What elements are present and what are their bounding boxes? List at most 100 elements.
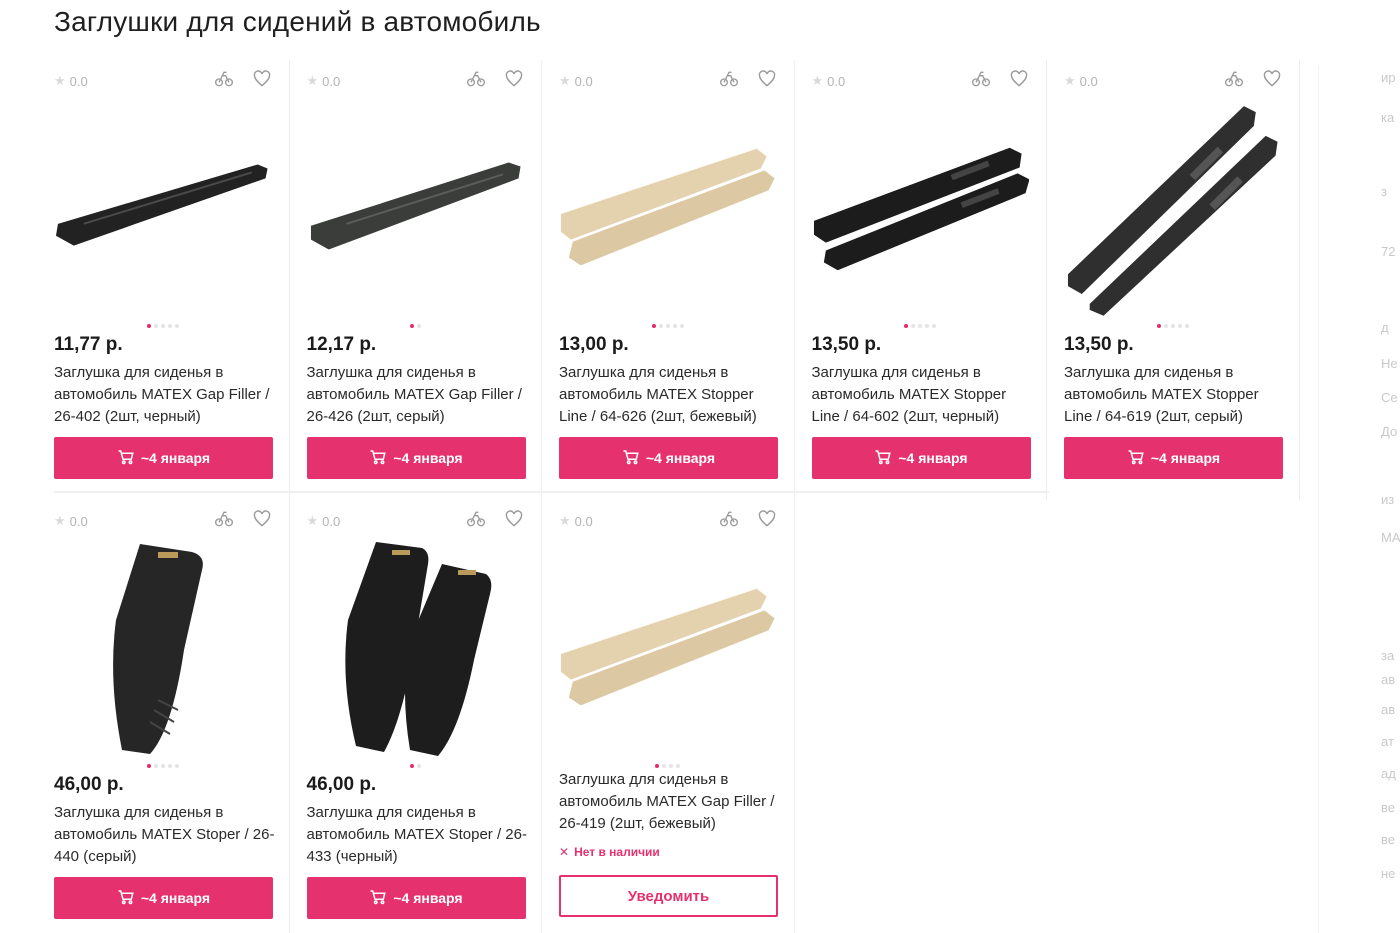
row-divider xyxy=(54,491,1049,493)
carousel-dot[interactable] xyxy=(153,764,158,768)
side-text-fragment: Се xyxy=(1381,390,1398,405)
product-title[interactable]: Заглушка для сиденья в автомобиль MATEX … xyxy=(1064,362,1287,428)
rating: ★ 0.0 xyxy=(307,513,341,529)
add-to-cart-button[interactable]: ~4 января xyxy=(1064,437,1283,479)
product-image[interactable] xyxy=(54,540,272,758)
carousel-dot[interactable] xyxy=(679,324,684,328)
rating-value: 0.0 xyxy=(69,73,88,89)
carousel-dot[interactable] xyxy=(911,324,916,328)
side-text-fragment: MA xyxy=(1381,530,1400,545)
compare-icon[interactable] xyxy=(466,69,486,94)
delivery-date-label: ~4 января xyxy=(393,890,463,906)
carousel-dot[interactable] xyxy=(416,324,421,328)
side-text-fragment: з xyxy=(1381,184,1387,199)
carousel-dot[interactable] xyxy=(160,324,165,328)
carousel-dot[interactable] xyxy=(167,764,172,768)
carousel-dot[interactable] xyxy=(160,764,165,768)
add-to-cart-button[interactable]: ~4 января xyxy=(559,437,778,479)
carousel-dot[interactable] xyxy=(1156,324,1161,328)
favorite-heart-icon[interactable] xyxy=(504,509,524,534)
favorite-heart-icon[interactable] xyxy=(252,509,272,534)
carousel-dot[interactable] xyxy=(1177,324,1182,328)
carousel-dot[interactable] xyxy=(658,324,663,328)
product-title[interactable]: Заглушка для сиденья в автомобиль MATEX … xyxy=(54,362,277,428)
rating-value: 0.0 xyxy=(1079,73,1098,89)
side-text-fragment: ир xyxy=(1381,70,1396,85)
carousel-dot[interactable] xyxy=(146,324,151,328)
product-card[interactable]: ★ 0.0 46,00 р. Заглушка для сиденья в автом… xyxy=(37,500,290,933)
carousel-dot[interactable] xyxy=(932,324,937,328)
compare-icon[interactable] xyxy=(971,69,991,94)
product-card[interactable]: ★ 0.0 12,17 р. Заглушка для сиденья в автом… xyxy=(290,60,542,500)
product-title[interactable]: Заглушка для сиденья в автомобиль MATEX … xyxy=(812,362,1035,428)
cart-icon xyxy=(1127,448,1145,469)
carousel-dot[interactable] xyxy=(918,324,923,328)
compare-icon[interactable] xyxy=(719,69,739,94)
carousel-dot[interactable] xyxy=(904,324,909,328)
rating: ★ 0.0 xyxy=(1064,73,1098,89)
favorite-heart-icon[interactable] xyxy=(1262,69,1282,94)
product-title[interactable]: Заглушка для сиденья в автомобиль MATEX … xyxy=(307,802,530,868)
favorite-heart-icon[interactable] xyxy=(757,509,777,534)
carousel-dot[interactable] xyxy=(672,324,677,328)
product-card[interactable]: ★ 0.0 13,50 р. Заглушка для сиденья в автом… xyxy=(795,60,1047,500)
side-text-fragment: ве xyxy=(1381,800,1395,815)
carousel-dot[interactable] xyxy=(409,764,414,768)
carousel-dot[interactable] xyxy=(153,324,158,328)
compare-icon[interactable] xyxy=(466,509,486,534)
carousel-dot[interactable] xyxy=(167,324,172,328)
product-title[interactable]: Заглушка для сиденья в автомобиль MATEX … xyxy=(559,769,782,835)
product-card[interactable]: ★ 0.0 11,77 р. Заглушка для сиденья в автом… xyxy=(37,60,290,500)
carousel-dot[interactable] xyxy=(1170,324,1175,328)
card-toolbar: ★ 0.0 xyxy=(54,509,272,534)
carousel-dot[interactable] xyxy=(662,764,667,768)
carousel-dot[interactable] xyxy=(416,764,421,768)
page-title: Заглушки для сидений в автомобиль xyxy=(54,6,541,37)
product-image[interactable] xyxy=(812,100,1029,318)
carousel-dot[interactable] xyxy=(655,764,660,768)
side-text-fragment: за xyxy=(1381,648,1395,663)
carousel-dot[interactable] xyxy=(1184,324,1189,328)
carousel-dot[interactable] xyxy=(669,764,674,768)
favorite-heart-icon[interactable] xyxy=(252,69,272,94)
cart-icon xyxy=(369,448,387,469)
product-image[interactable] xyxy=(307,100,525,318)
add-to-cart-button[interactable]: ~4 января xyxy=(54,877,273,919)
side-text-fragment: не xyxy=(1381,866,1396,881)
product-title[interactable]: Заглушка для сиденья в автомобиль MATEX … xyxy=(307,362,530,428)
product-card[interactable]: ★ 0.0 13,00 р. Заглушка для сиденья в автом… xyxy=(542,60,795,500)
carousel-dot[interactable] xyxy=(665,324,670,328)
carousel-dot[interactable] xyxy=(676,764,681,768)
add-to-cart-button[interactable]: ~4 января xyxy=(306,877,526,919)
product-image[interactable] xyxy=(559,100,777,318)
product-image[interactable] xyxy=(54,100,272,318)
product-title[interactable]: Заглушка для сиденья в автомобиль MATEX … xyxy=(54,802,277,868)
notify-button[interactable]: Уведомить xyxy=(559,875,778,917)
image-carousel-dots xyxy=(37,324,289,328)
rating-value: 0.0 xyxy=(322,513,341,529)
carousel-dot[interactable] xyxy=(174,324,179,328)
add-to-cart-button[interactable]: ~4 января xyxy=(811,437,1031,479)
product-card[interactable]: ★ 0.0 Заглушка для сиденья в автомобиль MA… xyxy=(542,500,795,933)
compare-icon[interactable] xyxy=(214,69,234,94)
carousel-dot[interactable] xyxy=(174,764,179,768)
carousel-dot[interactable] xyxy=(146,764,151,768)
product-card[interactable]: ★ 0.0 13,50 р. Заглушка для сиденья в автом… xyxy=(1047,60,1300,500)
carousel-dot[interactable] xyxy=(651,324,656,328)
favorite-heart-icon[interactable] xyxy=(757,69,777,94)
product-title[interactable]: Заглушка для сиденья в автомобиль MATEX … xyxy=(559,362,782,428)
favorite-heart-icon[interactable] xyxy=(1009,69,1029,94)
compare-icon[interactable] xyxy=(1224,69,1244,94)
product-image[interactable] xyxy=(559,540,777,758)
product-image[interactable] xyxy=(307,540,525,758)
product-image[interactable] xyxy=(1064,100,1282,318)
favorite-heart-icon[interactable] xyxy=(504,69,524,94)
carousel-dot[interactable] xyxy=(1163,324,1168,328)
carousel-dot[interactable] xyxy=(409,324,414,328)
compare-icon[interactable] xyxy=(719,509,739,534)
add-to-cart-button[interactable]: ~4 января xyxy=(54,437,273,479)
product-card[interactable]: ★ 0.0 46,00 р. Заглушка для сиденья в автом… xyxy=(290,500,542,933)
compare-icon[interactable] xyxy=(214,509,234,534)
add-to-cart-button[interactable]: ~4 января xyxy=(306,437,526,479)
carousel-dot[interactable] xyxy=(925,324,930,328)
